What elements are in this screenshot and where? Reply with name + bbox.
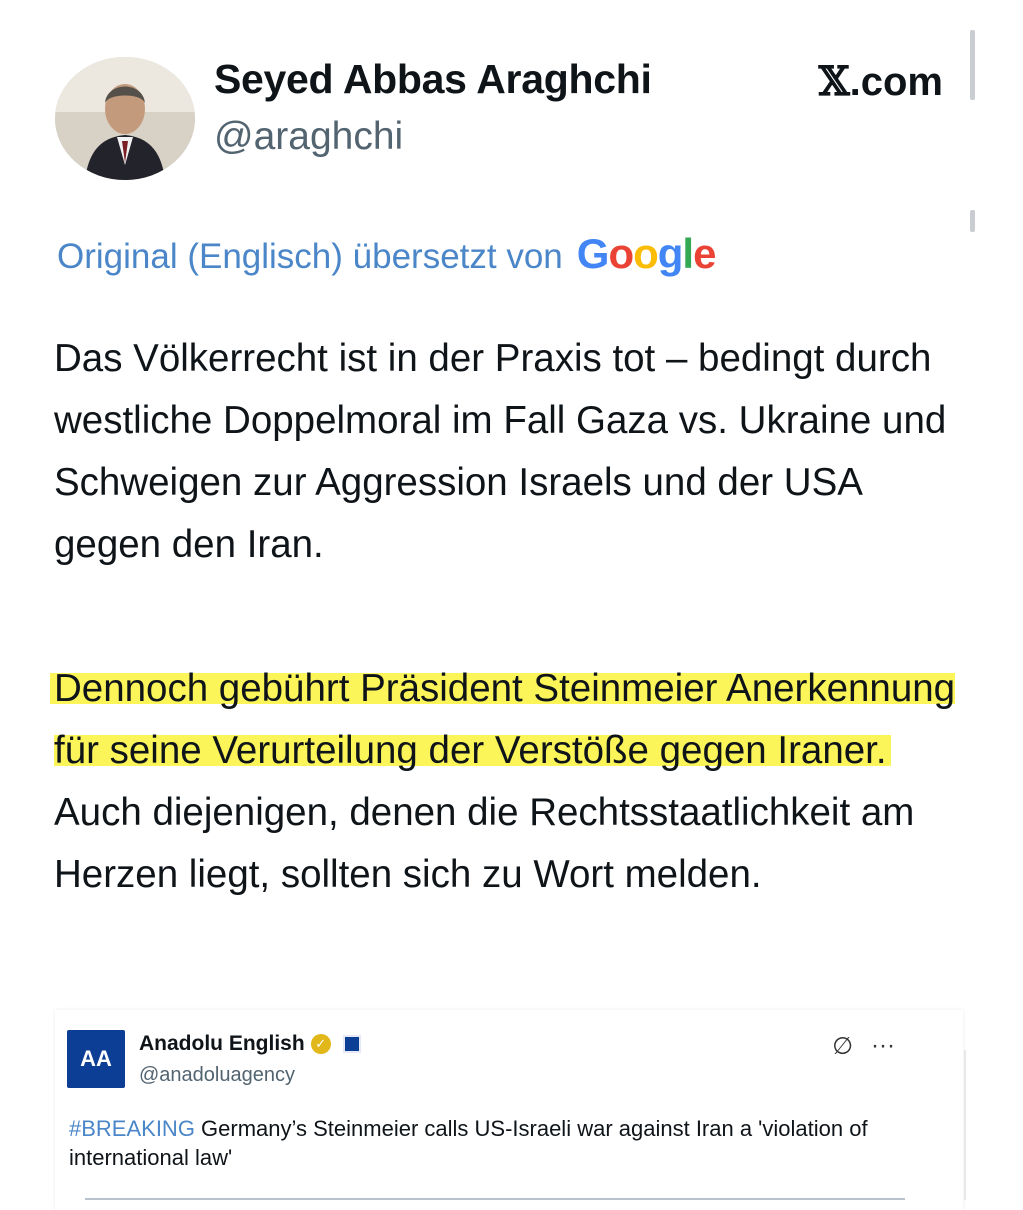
tweet-paragraph-2-rest: Auch diejenigen, denen die Rechtsstaatli… bbox=[54, 791, 915, 896]
google-letter: o bbox=[633, 230, 659, 277]
author-handle[interactable]: @araghchi bbox=[214, 115, 403, 159]
divider bbox=[964, 1050, 966, 1200]
author-name[interactable]: Seyed Abbas Araghchi bbox=[214, 56, 652, 103]
google-letter: l bbox=[682, 230, 694, 277]
google-letter: G bbox=[576, 230, 610, 277]
google-logo: Google bbox=[576, 230, 717, 278]
quoted-actions: ∅ ··· bbox=[832, 1032, 895, 1061]
avatar-photo bbox=[55, 57, 195, 180]
google-letter: e bbox=[693, 230, 716, 277]
tweet-paragraph-1: Das Völkerrecht ist in der Praxis tot – … bbox=[54, 337, 947, 566]
more-options-icon[interactable]: ··· bbox=[871, 1032, 895, 1061]
quoted-post-card[interactable]: AA Anadolu English ✓ @anadoluagency ∅ ··… bbox=[55, 1010, 963, 1210]
quoted-handle[interactable]: @anadoluagency bbox=[139, 1064, 295, 1087]
site-label: 𝕏.com bbox=[819, 58, 943, 105]
x-logo-icon: 𝕏 bbox=[818, 58, 850, 105]
tweet-paragraph-2: Dennoch gebührt Präsident Steinmeier Ane… bbox=[50, 658, 974, 906]
quoted-author-name: Anadolu English bbox=[139, 1032, 305, 1055]
grok-icon[interactable]: ∅ bbox=[832, 1032, 853, 1061]
scroll-indicator-mid bbox=[970, 210, 975, 232]
affiliate-badge-icon bbox=[342, 1035, 361, 1053]
anadolu-logo[interactable]: AA bbox=[67, 1030, 125, 1088]
site-domain: .com bbox=[849, 60, 943, 104]
scroll-indicator-top bbox=[970, 30, 975, 100]
highlighted-text: Dennoch gebührt Präsident Steinmeier Ane… bbox=[50, 667, 956, 772]
translation-notice[interactable]: Original (Englisch) übersetzt von Google bbox=[57, 230, 717, 278]
hashtag-link[interactable]: #BREAKING bbox=[69, 1116, 195, 1141]
quoted-author[interactable]: Anadolu English ✓ bbox=[139, 1032, 361, 1056]
translation-text: Original (Englisch) übersetzt von bbox=[57, 237, 563, 276]
author-avatar[interactable] bbox=[55, 57, 195, 180]
quoted-text: #BREAKING Germany’s Steinmeier calls US-… bbox=[69, 1114, 889, 1172]
verified-badge-icon: ✓ bbox=[310, 1034, 331, 1054]
google-letter: g bbox=[657, 230, 684, 277]
google-letter: o bbox=[608, 230, 634, 277]
